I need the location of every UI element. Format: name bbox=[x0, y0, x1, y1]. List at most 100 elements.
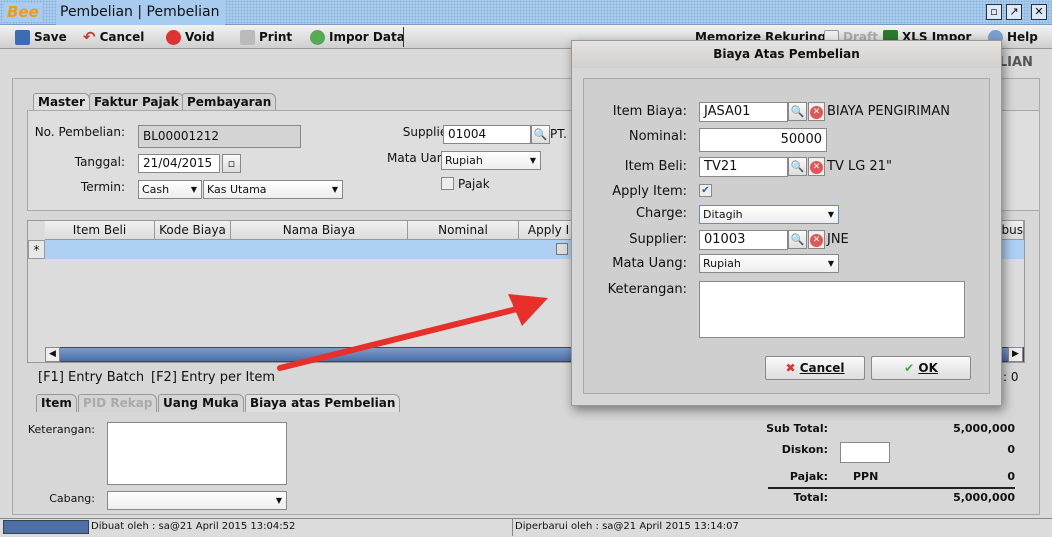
column-header-nominal[interactable]: Nominal bbox=[408, 221, 519, 240]
minimize-icon[interactable]: ▫ bbox=[986, 4, 1002, 20]
cabang-label: Cabang: bbox=[49, 492, 95, 505]
progress-indicator bbox=[3, 520, 89, 534]
apply-item-checkbox[interactable]: ✔ bbox=[699, 184, 712, 197]
kas-select[interactable]: Kas Utama bbox=[203, 180, 343, 199]
item-biaya-name: BIAYA PENGIRIMAN bbox=[827, 104, 950, 119]
ok-label: OK bbox=[918, 361, 938, 375]
termin-label: Termin: bbox=[80, 180, 125, 194]
total-value: 5,000,000 bbox=[953, 491, 1015, 504]
pajak-checkbox[interactable] bbox=[441, 177, 454, 190]
apply-item-label: Apply Item: bbox=[612, 184, 687, 199]
tab-biaya-atas-pembelian[interactable]: Biaya atas Pembelian bbox=[245, 394, 401, 412]
bee-logo: Bee bbox=[4, 3, 42, 22]
clear-icon[interactable]: ✕ bbox=[808, 102, 825, 121]
ok-button[interactable]: ✔ OK bbox=[871, 356, 971, 380]
entry-batch-hint: [F1] Entry Batch bbox=[38, 370, 145, 385]
void-button[interactable]: Void bbox=[166, 28, 215, 46]
cancel-button[interactable]: ✖ Cancel bbox=[765, 356, 865, 380]
cancel-button[interactable]: ↶ Cancel bbox=[83, 28, 144, 46]
biaya-atas-pembelian-dialog: Biaya Atas Pembelian Item Biaya: JASA01 … bbox=[571, 40, 1002, 406]
pajak-name: PPN bbox=[853, 470, 879, 483]
row-marker: * bbox=[28, 240, 45, 259]
clear-icon[interactable]: ✕ bbox=[808, 230, 825, 249]
tab-item[interactable]: Item bbox=[36, 394, 77, 412]
import-icon bbox=[310, 29, 325, 45]
mata-uang-select[interactable]: Rupiah bbox=[699, 254, 839, 273]
item-biaya-label: Item Biaya: bbox=[612, 104, 687, 119]
checkmark-icon: ✔ bbox=[904, 361, 915, 375]
pajak-total-label: Pajak: bbox=[789, 470, 828, 483]
cancel-label: Cancel bbox=[799, 361, 845, 375]
save-icon bbox=[15, 29, 30, 45]
search-icon[interactable]: 🔍 bbox=[788, 157, 807, 176]
impor-data-label: Impor Data bbox=[329, 30, 405, 44]
keterangan-label: Keterangan: bbox=[27, 423, 95, 436]
diskon-label: Diskon: bbox=[781, 443, 828, 456]
print-label: Print bbox=[259, 30, 293, 44]
column-header-distribusi[interactable]: ribus bbox=[1002, 221, 1024, 240]
mata-uang-select[interactable]: Rupiah bbox=[441, 151, 541, 170]
cabang-select[interactable] bbox=[107, 491, 287, 510]
void-label: Void bbox=[185, 30, 215, 44]
tab-master[interactable]: Master bbox=[33, 93, 90, 111]
help-label: Help bbox=[1007, 30, 1038, 44]
column-header-item-beli[interactable]: Item Beli bbox=[45, 221, 155, 240]
pajak-value: 0 bbox=[1007, 470, 1015, 483]
clear-icon[interactable]: ✕ bbox=[808, 157, 825, 176]
diskon-field[interactable] bbox=[840, 442, 890, 463]
no-pembelian-label: No. Pembelian: bbox=[34, 125, 125, 139]
scroll-left-icon[interactable]: ◀ bbox=[45, 347, 60, 362]
created-by-status: Dibuat oleh : sa@21 April 2015 13:04:52 bbox=[91, 521, 296, 532]
total-divider bbox=[768, 487, 1015, 489]
total-label: Total: bbox=[793, 491, 828, 504]
search-icon[interactable]: 🔍 bbox=[788, 230, 807, 249]
search-icon[interactable]: 🔍 bbox=[531, 125, 550, 144]
supplier-field[interactable]: 01004 bbox=[443, 125, 531, 144]
nominal-label: Nominal: bbox=[628, 129, 687, 144]
nominal-field[interactable]: 50000 bbox=[699, 128, 827, 152]
sub-total-label: Sub Total: bbox=[766, 422, 828, 435]
supplier-name: PT. bbox=[550, 127, 567, 141]
sub-total-value: 5,000,000 bbox=[953, 422, 1015, 435]
search-icon[interactable]: 🔍 bbox=[788, 102, 807, 121]
window-title: Pembelian | Pembelian bbox=[56, 0, 226, 25]
tab-uang-muka[interactable]: Uang Muka bbox=[158, 394, 244, 412]
maximize-icon[interactable]: ↗ bbox=[1006, 4, 1022, 20]
save-button[interactable]: Save bbox=[15, 28, 67, 46]
keterangan-textarea[interactable] bbox=[107, 422, 287, 485]
item-biaya-field[interactable]: JASA01 bbox=[699, 102, 788, 122]
row-count: : 0 bbox=[1003, 370, 1019, 384]
keterangan-label: Keterangan: bbox=[607, 282, 687, 297]
entry-per-item-hint: [F2] Entry per Item bbox=[151, 370, 276, 385]
column-header-apply-item[interactable]: Apply I bbox=[519, 221, 579, 240]
tanggal-label: Tanggal: bbox=[74, 155, 125, 169]
tab-faktur-pajak[interactable]: Faktur Pajak bbox=[89, 93, 184, 111]
scroll-right-icon[interactable]: ▶ bbox=[1008, 347, 1023, 362]
mata-uang-label: Mata Uang: bbox=[387, 151, 456, 165]
supplier-label: Supplier: bbox=[402, 125, 456, 139]
supplier-field[interactable]: 01003 bbox=[699, 230, 788, 250]
close-icon[interactable]: ✕ bbox=[1031, 4, 1047, 20]
charge-select[interactable]: Ditagih bbox=[699, 205, 839, 224]
impor-data-button[interactable]: Impor Data bbox=[310, 28, 405, 46]
tanggal-field[interactable]: 21/04/2015 bbox=[138, 154, 220, 173]
tab-pembayaran[interactable]: Pembayaran bbox=[182, 93, 277, 111]
cancel-x-icon: ✖ bbox=[785, 361, 796, 375]
diskon-value: 0 bbox=[1007, 443, 1015, 456]
column-header-kode-biaya[interactable]: Kode Biaya bbox=[155, 221, 231, 240]
printer-icon bbox=[240, 29, 255, 45]
undo-icon: ↶ bbox=[83, 28, 96, 46]
apply-item-checkbox[interactable] bbox=[556, 243, 568, 255]
save-label: Save bbox=[34, 30, 67, 44]
keterangan-textarea[interactable] bbox=[699, 281, 965, 338]
tab-pid-rekap: PID Rekap bbox=[78, 394, 158, 412]
print-button[interactable]: Print bbox=[240, 28, 292, 46]
item-beli-name: TV LG 21" bbox=[827, 159, 892, 174]
dialog-title: Biaya Atas Pembelian bbox=[572, 41, 1001, 68]
calendar-icon[interactable]: ▫ bbox=[222, 154, 241, 173]
column-header-nama-biaya[interactable]: Nama Biaya bbox=[231, 221, 408, 240]
item-beli-field[interactable]: TV21 bbox=[699, 157, 788, 177]
annotation-arrow bbox=[277, 294, 548, 371]
termin-select[interactable]: Cash bbox=[138, 180, 202, 199]
supplier-name: JNE bbox=[827, 232, 849, 247]
